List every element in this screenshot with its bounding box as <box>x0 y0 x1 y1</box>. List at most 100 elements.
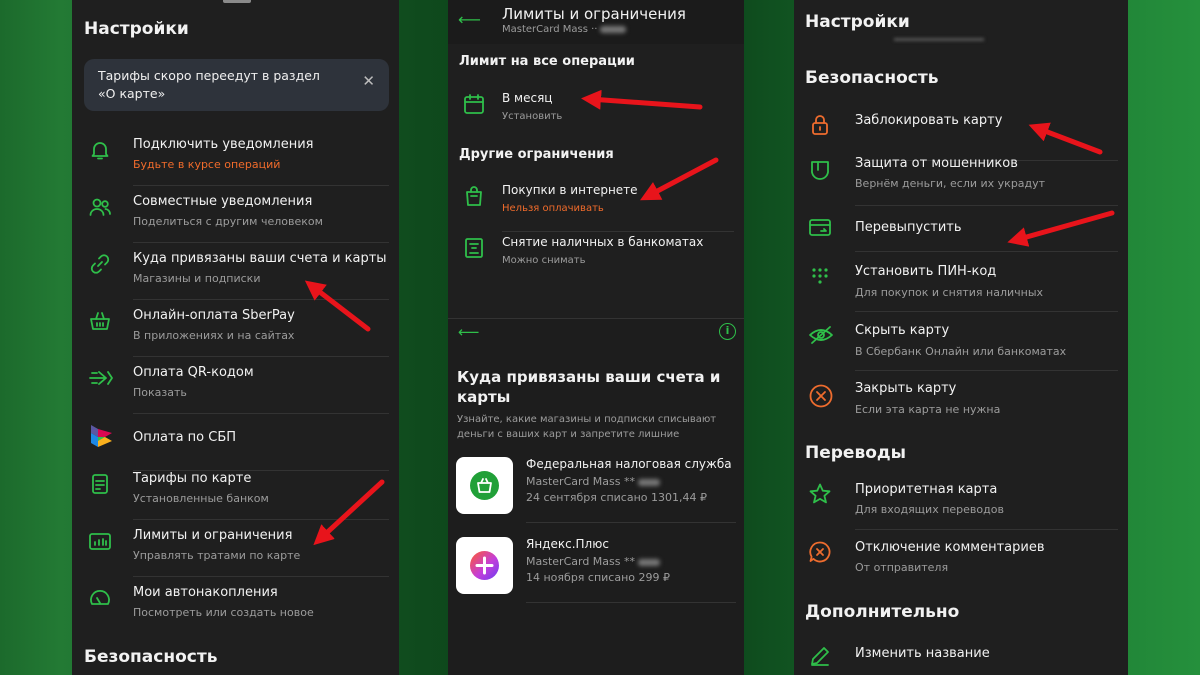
divider <box>133 299 389 300</box>
divider <box>133 356 389 357</box>
item-title: Лимиты и ограничения <box>133 528 293 543</box>
merchant-charge: 24 сентября списано 1301,44 ₽ <box>526 491 707 504</box>
item-title: Онлайн-оплата SberPay <box>133 308 295 323</box>
document-icon <box>88 472 112 496</box>
item-title: Снятие наличных в банкоматах <box>502 235 704 249</box>
calendar-icon <box>462 92 486 116</box>
divider <box>133 185 389 186</box>
atm-icon <box>462 236 486 260</box>
item-subtitle: Показать <box>133 386 187 399</box>
item-subtitle: В Сбербанк Онлайн или банкоматах <box>855 345 1067 358</box>
settings-item-sberpay[interactable]: Онлайн-оплата SberPay В приложениях и на… <box>72 301 399 357</box>
item-subtitle: Поделиться с другим человеком <box>133 215 323 228</box>
limit-atm-cash[interactable]: Снятие наличных в банкоматах Можно снима… <box>448 228 744 284</box>
settings-item-notifications[interactable]: Подключить уведомления Будьте в курсе оп… <box>72 130 399 186</box>
item-title: Оплата QR-кодом <box>133 365 254 380</box>
back-arrow-icon[interactable]: ⟵ <box>458 323 480 341</box>
screen-title-line1: Куда привязаны ваши счета и <box>457 368 721 386</box>
limit-monthly[interactable]: В месяц Установить <box>448 84 744 140</box>
item-title: Подключить уведомления <box>133 137 314 152</box>
header-subtitle: MasterCard Mass ·· <box>502 24 627 35</box>
item-subtitle: Для входящих переводов <box>855 503 1004 516</box>
info-icon[interactable]: i <box>719 323 736 340</box>
basket-logo-icon <box>470 471 499 500</box>
merchant-logo <box>456 537 513 594</box>
page-title: Настройки <box>805 12 910 32</box>
page-title: Настройки <box>84 19 189 39</box>
merchant-name: Яндекс.Плюс <box>526 537 609 551</box>
info-banner: Тарифы скоро переедут в раздел «О карте»… <box>84 59 389 111</box>
item-title: Закрыть карту <box>855 381 957 396</box>
item-title: Тарифы по карте <box>133 471 252 486</box>
item-subtitle: Магазины и подписки <box>133 272 261 285</box>
divider <box>855 251 1118 252</box>
banner-text-line1: Тарифы скоро переедут в раздел <box>98 68 320 83</box>
screen-title: Куда привязаны ваши счета и карты <box>457 367 720 407</box>
security-item-pin[interactable]: Установить ПИН-код Для покупок и снятия … <box>794 256 1128 312</box>
item-title: В месяц <box>502 91 553 105</box>
limit-internet-purchases[interactable]: Покупки в интернете Нельзя оплачивать <box>448 176 744 232</box>
item-subtitle: От отправителя <box>855 561 949 574</box>
merchant-logo <box>456 457 513 514</box>
keypad-icon <box>808 264 832 288</box>
yandex-plus-logo-icon <box>470 551 499 580</box>
transfer-item-priority-card[interactable]: Приоритетная карта Для входящих переводо… <box>794 474 1128 530</box>
item-subtitle: Для покупок и снятия наличных <box>855 286 1044 299</box>
close-icon[interactable]: ✕ <box>362 72 375 90</box>
section-title-other: Другие ограничения <box>459 147 614 162</box>
card-name: MasterCard Mass ·· <box>502 24 598 35</box>
banner-text-line2: «О карте» <box>98 86 166 101</box>
extra-item-rename[interactable]: Изменить название <box>794 638 1128 675</box>
merchant-card: MasterCard Mass ** <box>526 475 660 488</box>
desc-line2: деньги с ваших карт и запретите лишние <box>457 429 680 440</box>
gauge-icon <box>88 586 112 610</box>
divider <box>855 370 1118 371</box>
settings-item-qr-pay[interactable]: Оплата QR-кодом Показать <box>72 358 399 414</box>
item-subtitle: Установленные банком <box>133 492 269 505</box>
settings-item-shared-notifications[interactable]: Совместные уведомления Поделиться с друг… <box>72 187 399 243</box>
bell-icon <box>88 138 112 162</box>
lock-icon <box>808 113 832 137</box>
settings-item-autosavings[interactable]: Мои автонакопления Посмотреть или создат… <box>72 578 399 634</box>
merchant-charge: 14 ноября списано 299 ₽ <box>526 571 670 584</box>
security-item-fraud-protection[interactable]: Защита от мошенников Вернём деньги, если… <box>794 150 1128 206</box>
drag-handle[interactable] <box>223 0 251 3</box>
users-icon <box>88 195 112 219</box>
item-title: Мои автонакопления <box>133 585 278 600</box>
item-subtitle: Будьте в курсе операций <box>133 158 281 171</box>
desc-line1: Узнайте, какие магазины и подписки списы… <box>457 414 717 425</box>
item-subtitle: Если эта карта не нужна <box>855 403 1001 416</box>
item-title: Куда привязаны ваши счета и карты <box>133 251 387 266</box>
comment-off-icon <box>808 540 832 564</box>
top-app-bar: ⟵ Лимиты и ограничения MasterCard Mass ·… <box>448 0 744 44</box>
section-title-security: Безопасность <box>84 647 218 667</box>
security-item-hide-card[interactable]: Скрыть карту В Сбербанк Онлайн или банко… <box>794 315 1128 371</box>
shield-icon <box>808 158 832 182</box>
divider <box>526 602 736 603</box>
section-title-extra: Дополнительно <box>805 602 960 622</box>
star-icon <box>808 482 832 506</box>
qr-pay-icon <box>88 366 113 390</box>
item-title: Покупки в интернете <box>502 183 638 197</box>
settings-item-limits[interactable]: Лимиты и ограничения Управлять тратами п… <box>72 521 399 577</box>
merchant-card-text: MasterCard Mass ** <box>526 555 635 568</box>
item-subtitle: Нельзя оплачивать <box>502 203 604 214</box>
divider <box>855 311 1118 312</box>
item-subtitle: Установить <box>502 111 563 122</box>
item-title: Приоритетная карта <box>855 482 998 497</box>
security-item-close-card[interactable]: Закрыть карту Если эта карта не нужна <box>794 373 1128 429</box>
item-title: Защита от мошенников <box>855 156 1018 171</box>
settings-item-linked-accounts[interactable]: Куда привязаны ваши счета и карты Магази… <box>72 244 399 300</box>
merchant-card: MasterCard Mass ** <box>526 555 660 568</box>
back-arrow-icon[interactable]: ⟵ <box>458 10 481 29</box>
transfer-item-disable-comments[interactable]: Отключение комментариев От отправителя <box>794 532 1128 588</box>
item-subtitle: Посмотреть или создать новое <box>133 606 314 619</box>
divider <box>133 576 389 577</box>
settings-item-sbp[interactable]: Оплата по СБП <box>72 415 399 471</box>
divider <box>133 413 389 414</box>
item-subtitle: В приложениях и на сайтах <box>133 329 295 342</box>
eye-off-icon <box>808 323 833 347</box>
item-title: Отключение комментариев <box>855 540 1045 555</box>
linked-accounts-screen: ⟵ i Куда привязаны ваши счета и карты Уз… <box>448 318 744 675</box>
settings-item-tariffs[interactable]: Тарифы по карте Установленные банком <box>72 464 399 520</box>
